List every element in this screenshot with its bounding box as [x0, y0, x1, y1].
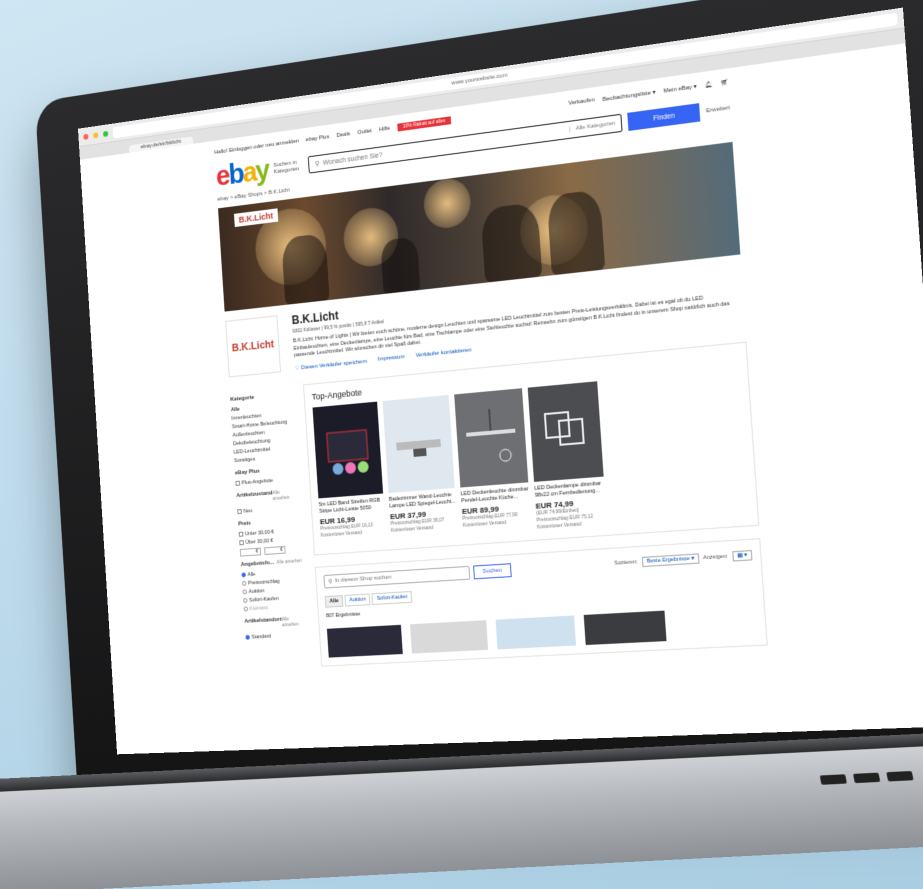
search-icon: ⚲ [328, 578, 333, 585]
ebay-logo[interactable]: ebay [215, 154, 269, 192]
nav-link-sell[interactable]: Verkaufen [568, 97, 595, 107]
cart-icon[interactable]: 🛒︎ [720, 78, 728, 86]
nav-link-outlet[interactable]: Outlet [357, 128, 372, 136]
maximize-window-icon[interactable] [102, 130, 109, 137]
laptop-ports [819, 770, 914, 785]
chip-auction[interactable]: Auktion [344, 593, 371, 607]
chip-all[interactable]: Alle [324, 595, 344, 608]
category-dropdown[interactable]: Alle Kategorien [568, 120, 616, 133]
result-thumbnail[interactable] [410, 620, 489, 654]
view-label: Anzeigen: [703, 553, 729, 562]
laptop-screen: www.yourwebsite.com ebay.de/str/bklicht … [77, 7, 923, 755]
location-heading: Artikelstandort Alle ansehen [244, 616, 306, 631]
promo-banner[interactable]: 10% Rabatt auf alles [397, 116, 452, 132]
product-card[interactable]: 5m LED Band Streifen RGB Stripe Licht-Le… [312, 401, 387, 547]
save-seller-link[interactable]: ♡ Diesen Verkäufer speichern [295, 358, 367, 372]
location-see-all[interactable]: Alle ansehen [282, 616, 307, 629]
contact-seller-link[interactable]: Verkäufer kontaktieren [416, 348, 472, 360]
result-thumbnail[interactable] [583, 610, 667, 646]
nav-link-help[interactable]: Hilfe [379, 126, 390, 133]
product-card[interactable]: LED Deckenlampe dimmbar 98x22 cm Fernbed… [527, 381, 607, 531]
chip-buy-now[interactable]: Sofort-Kaufen [371, 591, 413, 606]
laptop-photo: www.yourwebsite.com ebay.de/str/bklicht … [0, 0, 923, 889]
nav-link-deals[interactable]: Deals [336, 131, 350, 139]
product-image[interactable] [527, 381, 604, 482]
store-search-button[interactable]: Suchen [473, 563, 512, 580]
result-thumbnail[interactable] [326, 624, 403, 658]
search-icon: ⚲ [314, 160, 320, 168]
nav-link-watchlist[interactable]: Beobachtungsliste ▾ [602, 88, 655, 102]
close-window-icon[interactable] [83, 133, 89, 140]
condition-new-checkbox[interactable]: Neu [237, 503, 299, 516]
sort-label: Sortieren: [614, 559, 639, 567]
result-thumbnail[interactable] [495, 615, 577, 650]
minimize-window-icon[interactable] [93, 131, 99, 139]
search-placeholder: Wonach suchen Sie? [322, 151, 383, 167]
format-see-all[interactable]: Alle ansehen [276, 558, 302, 565]
store-main: Kategorie Alle Innenleuchten Smart-Home … [230, 341, 768, 671]
sort-dropdown[interactable]: Beste Ergebnisse ▾ [641, 553, 700, 568]
top-offers-card: Top-Angebote 5m LED Band Streifen RGB St… [303, 341, 760, 556]
view-dropdown[interactable]: ▦ ▾ [731, 550, 753, 562]
condition-see-all[interactable]: Alle ansehen [272, 489, 298, 502]
imprint-link[interactable]: Impressum [378, 354, 405, 363]
category-selector[interactable]: Suchen in Kategorien [273, 159, 304, 177]
plus-offers-checkbox[interactable]: Plus-Angebote [235, 474, 297, 487]
product-image[interactable] [382, 395, 455, 494]
product-card[interactable]: LED Deckenleuchte dimmbar Pendel-Leuchte… [454, 388, 531, 536]
bell-icon[interactable]: 🔔︎ [704, 80, 712, 88]
find-button[interactable]: Finden [627, 103, 701, 131]
price-max-input[interactable]: € [264, 545, 286, 556]
price-min-input[interactable]: € [239, 547, 262, 557]
store-search-card: ⚲ In diesem Shop suchen Suchen Sortieren… [314, 538, 768, 667]
store-content: Top-Angebote 5m LED Band Streifen RGB St… [303, 341, 768, 667]
location-standard-radio[interactable]: Standard [245, 630, 307, 642]
advanced-search-link[interactable]: Erweitert [706, 105, 730, 114]
nav-link-my-ebay[interactable]: Mein eBay ▾ [663, 82, 697, 95]
product-image[interactable] [312, 401, 384, 499]
store-search-input[interactable]: ⚲ In diesem Shop suchen [323, 565, 471, 589]
filter-sidebar: Kategorie Alle Innenleuchten Smart-Home … [230, 386, 309, 670]
condition-heading: Artikelzustand Alle ansehen [236, 489, 298, 505]
price-range: € € [239, 545, 302, 557]
nav-link-plus[interactable]: ebay Plus [306, 134, 330, 143]
product-card[interactable]: Badezimmer Wand-Leuchte Lampe LED Spiege… [382, 395, 459, 542]
store-logo: B.K.Licht [225, 315, 281, 378]
product-image[interactable] [454, 388, 529, 488]
